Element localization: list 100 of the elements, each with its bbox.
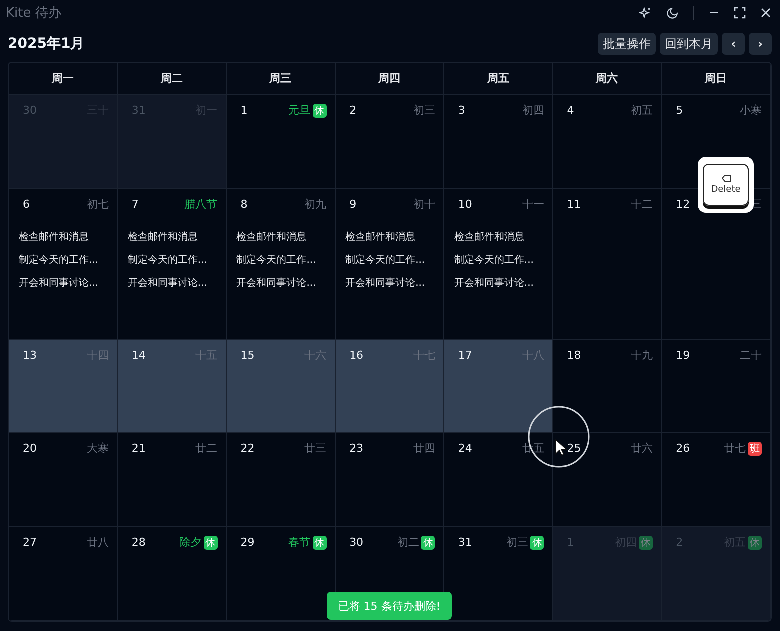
day-cell[interactable]: 6 初七 检查邮件和消息 制定今天的工作... 开会和同事讨论...: [9, 189, 118, 340]
lunar-date: 十八: [522, 348, 544, 363]
todo-item[interactable]: 制定今天的工作...: [454, 253, 544, 267]
day-cell[interactable]: 21 廿二: [118, 433, 227, 527]
todo-item[interactable]: 开会和同事讨论...: [346, 276, 436, 290]
lunar-date: 初九: [304, 197, 327, 212]
lunar-date: 廿七: [724, 441, 746, 456]
nav-button[interactable]: ›: [749, 33, 772, 55]
day-cell[interactable]: 8 初九 检查邮件和消息 制定今天的工作... 开会和同事讨论...: [226, 189, 336, 340]
day-number: 20: [23, 442, 38, 455]
lunar-date: 十九: [631, 348, 654, 363]
todo-item[interactable]: 检查邮件和消息: [454, 230, 544, 244]
day-number: 21: [132, 442, 147, 455]
day-cell[interactable]: 9 初十 检查邮件和消息 制定今天的工作... 开会和同事讨论...: [336, 189, 444, 340]
holiday-badge: 休: [204, 536, 218, 550]
day-number: 23: [350, 442, 365, 455]
day-cell[interactable]: 19 二十: [662, 340, 771, 433]
day-cell[interactable]: 26 廿七 班: [662, 433, 771, 527]
todo-item[interactable]: 开会和同事讨论...: [19, 276, 109, 290]
day-number: 24: [458, 442, 474, 455]
day-number: 9: [350, 198, 358, 211]
day-cell[interactable]: 1 元旦 休: [226, 95, 336, 189]
day-cell[interactable]: 20 大寒: [9, 433, 118, 527]
day-number: 26: [676, 442, 692, 455]
lunar-date: 廿四: [413, 441, 436, 456]
day-cell[interactable]: 13 十四: [9, 340, 118, 433]
lunar-date: 十一: [522, 197, 544, 212]
day-number: 14: [132, 349, 147, 362]
todo-item[interactable]: 制定今天的工作...: [346, 253, 436, 267]
day-cell[interactable]: 3 初四: [444, 95, 554, 189]
holiday-badge: 休: [312, 104, 327, 118]
todo-item[interactable]: 开会和同事讨论...: [236, 276, 327, 290]
day-number: 31: [458, 536, 474, 549]
day-number: 12: [676, 198, 692, 211]
lunar-date: 廿六: [631, 441, 654, 456]
day-cell[interactable]: 28 除夕 休: [118, 527, 227, 621]
day-number: 22: [240, 442, 256, 455]
month-title: 2025年1月: [8, 35, 86, 53]
day-cell[interactable]: 22 廿三: [226, 433, 336, 527]
day-cell[interactable]: 15 十六: [226, 340, 336, 433]
day-cell[interactable]: 16 十七: [336, 340, 444, 433]
day-number: 2: [676, 536, 684, 549]
todo-item[interactable]: 开会和同事讨论...: [454, 276, 544, 290]
toolbar-button[interactable]: 批量操作: [598, 33, 656, 55]
holiday-badge: 班: [748, 442, 762, 456]
day-cell[interactable]: 7 腊八节 检查邮件和消息 制定今天的工作... 开会和同事讨论...: [118, 189, 227, 340]
todo-item[interactable]: 制定今天的工作...: [128, 253, 218, 267]
todo-item[interactable]: 检查邮件和消息: [128, 230, 218, 244]
day-number: 13: [23, 349, 38, 362]
day-cell[interactable]: 11 十二: [553, 189, 662, 340]
lunar-date: 廿八: [86, 535, 109, 550]
day-number: 4: [567, 104, 576, 117]
day-cell[interactable]: 27 廿八: [9, 527, 118, 621]
holiday-badge: 休: [530, 536, 544, 550]
day-cell[interactable]: 2 初三: [336, 95, 444, 189]
day-number: 16: [350, 349, 365, 362]
lunar-date: 大寒: [86, 441, 109, 456]
day-number: 17: [458, 349, 474, 362]
fullscreen-icon[interactable]: [734, 7, 746, 19]
sparkle-icon[interactable]: [639, 6, 652, 20]
day-number: 5: [676, 104, 684, 117]
lunar-date: 十六: [304, 348, 327, 363]
day-cell[interactable]: 18 十九: [553, 340, 662, 433]
todo-item[interactable]: 制定今天的工作...: [236, 253, 327, 267]
day-cell[interactable]: 10 十一 检查邮件和消息 制定今天的工作... 开会和同事讨论...: [444, 189, 554, 340]
lunar-date: 十四: [86, 348, 109, 363]
lunar-date: 初三: [413, 103, 436, 118]
day-cell[interactable]: 29 春节 休: [226, 527, 336, 621]
day-number: 8: [240, 198, 249, 211]
close-icon[interactable]: [760, 7, 772, 19]
day-cell[interactable]: 31 初三 休: [444, 527, 554, 621]
day-number: 15: [240, 349, 256, 362]
lunar-date: 二十: [740, 348, 762, 363]
lunar-date: 初十: [413, 197, 436, 212]
todo-item[interactable]: 开会和同事讨论...: [128, 276, 218, 290]
lunar-date: 廿三: [304, 441, 327, 456]
lunar-date: 春节: [288, 535, 311, 550]
todo-item[interactable]: 检查邮件和消息: [236, 230, 327, 244]
lunar-date: 元旦: [288, 103, 311, 118]
todo-item[interactable]: 检查邮件和消息: [19, 230, 109, 244]
day-number: 11: [567, 198, 582, 211]
day-cell[interactable]: 17 十八: [444, 340, 554, 433]
lunar-date: 十七: [413, 348, 436, 363]
lunar-date: 十五: [196, 348, 218, 363]
day-number: 29: [240, 536, 256, 549]
moon-icon[interactable]: [666, 6, 679, 20]
day-number: 30: [23, 104, 38, 117]
toolbar-button[interactable]: 回到本月: [660, 33, 718, 55]
todo-item[interactable]: 检查邮件和消息: [346, 230, 436, 244]
todo-item[interactable]: 制定今天的工作...: [19, 253, 109, 267]
day-cell[interactable]: 25 廿六: [553, 433, 662, 527]
holiday-badge: 休: [748, 536, 762, 550]
window-title: Kite 待办: [6, 5, 62, 22]
day-cell[interactable]: 4 初五: [553, 95, 662, 189]
day-cell[interactable]: 23 廿四: [336, 433, 444, 527]
day-number: 3: [458, 104, 466, 117]
day-cell[interactable]: 14 十五: [118, 340, 227, 433]
nav-button[interactable]: ‹: [722, 33, 746, 55]
lunar-date: 初四: [522, 103, 544, 118]
day-number: 18: [567, 349, 582, 362]
